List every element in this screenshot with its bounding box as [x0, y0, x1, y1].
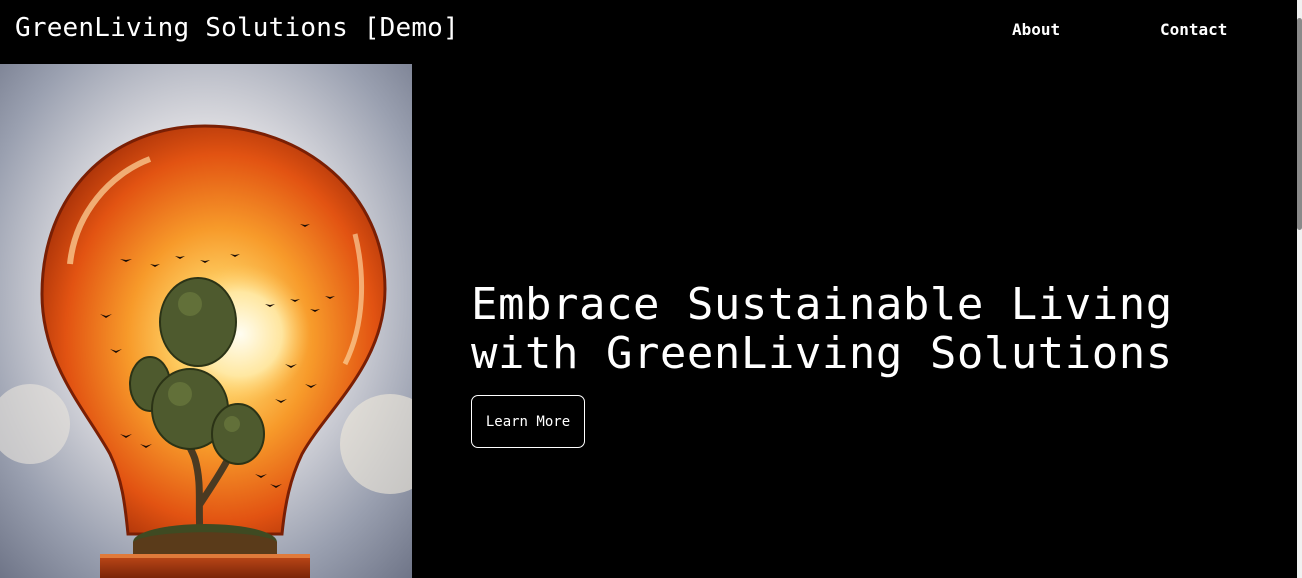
top-navbar: GreenLiving Solutions [Demo] About Conta…	[0, 0, 1297, 64]
scrollbar-thumb[interactable]	[1297, 18, 1302, 230]
hero-image	[0, 64, 412, 578]
hero-headline-line1: Embrace Sustainable Living	[471, 279, 1173, 330]
nav-link-contact[interactable]: Contact	[1160, 20, 1227, 39]
hero-section: Embrace Sustainable Living with GreenLiv…	[471, 280, 1231, 448]
learn-more-button[interactable]: Learn More	[471, 395, 585, 448]
site-brand[interactable]: GreenLiving Solutions [Demo]	[15, 13, 459, 43]
nav-link-about[interactable]: About	[1012, 20, 1060, 39]
lightbulb-tree-illustration	[0, 64, 412, 578]
hero-headline-line2: with GreenLiving Solutions	[471, 328, 1173, 379]
page: GreenLiving Solutions [Demo] About Conta…	[0, 0, 1302, 578]
hero-headline: Embrace Sustainable Living with GreenLiv…	[471, 280, 1231, 378]
vertical-scrollbar[interactable]	[1297, 0, 1302, 578]
